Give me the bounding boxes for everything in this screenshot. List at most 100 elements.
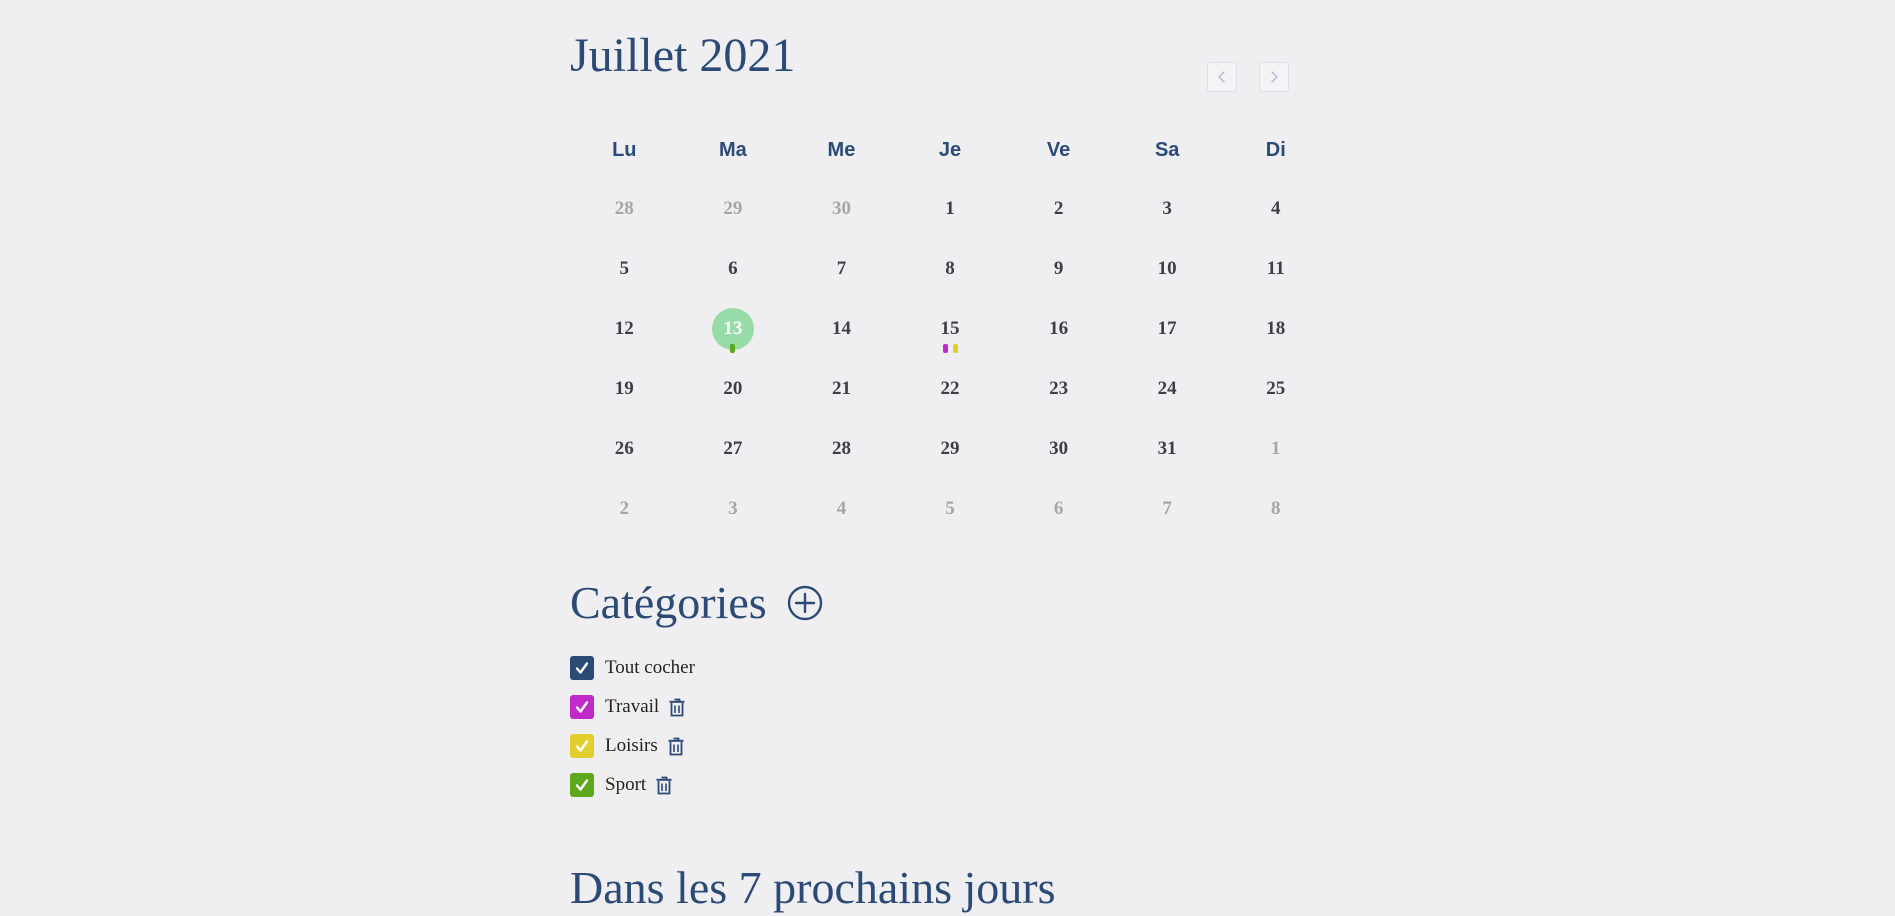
day-number: 8 xyxy=(945,258,955,279)
day-number: 16 xyxy=(1049,318,1069,339)
delete-category-button[interactable] xyxy=(667,736,685,756)
day-cell[interactable]: 19 xyxy=(570,350,679,410)
check-icon xyxy=(574,699,590,715)
day-cell[interactable]: 5 xyxy=(896,470,1005,530)
prev-month-button[interactable] xyxy=(1207,62,1237,92)
day-number: 5 xyxy=(945,498,955,519)
day-number: 29 xyxy=(940,438,960,459)
weekday-label: Me xyxy=(827,139,856,161)
check-icon xyxy=(574,660,590,676)
category-list: Tout cocher Travail Loisirs Sport xyxy=(570,648,695,804)
day-cell[interactable]: 29 xyxy=(679,170,788,230)
day-cell[interactable]: 13 xyxy=(679,290,788,353)
weekday-label: Ma xyxy=(718,139,747,161)
day-number: 7 xyxy=(836,258,847,279)
day-number: 4 xyxy=(836,498,847,519)
delete-category-button[interactable] xyxy=(668,697,686,717)
day-number: 14 xyxy=(831,318,851,339)
day-cell[interactable]: 12 xyxy=(570,290,679,350)
day-cell[interactable]: 2 xyxy=(1004,170,1113,230)
day-cell[interactable]: 25 xyxy=(1221,350,1330,410)
weekday-label: Sa xyxy=(1154,139,1180,161)
day-cell[interactable]: 22 xyxy=(896,350,1005,410)
weekday-header-row: Lu Ma Me Je Ve Sa Di xyxy=(570,130,1330,170)
day-number: 8 xyxy=(1271,498,1281,519)
add-category-button[interactable] xyxy=(787,585,823,621)
day-cell[interactable]: 24 xyxy=(1113,350,1222,410)
day-number: 2 xyxy=(619,498,630,519)
category-checkbox[interactable] xyxy=(570,772,594,797)
check-all-label: Tout cocher xyxy=(605,656,695,678)
day-cell[interactable]: 14 xyxy=(787,290,896,350)
check-icon xyxy=(574,738,590,754)
check-all-checkbox[interactable] xyxy=(570,655,594,680)
day-cell[interactable]: 28 xyxy=(787,410,896,470)
day-cell[interactable]: 7 xyxy=(787,230,896,290)
day-cell[interactable]: 20 xyxy=(679,350,788,410)
category-item: Travail xyxy=(570,687,695,726)
day-cell[interactable]: 26 xyxy=(570,410,679,470)
category-checkbox[interactable] xyxy=(570,733,594,758)
weekday-label: Je xyxy=(938,139,962,161)
day-cell[interactable]: 6 xyxy=(1004,470,1113,530)
day-cell[interactable]: 11 xyxy=(1221,230,1330,290)
day-cell[interactable]: 3 xyxy=(1113,170,1222,230)
day-cell[interactable]: 23 xyxy=(1004,350,1113,410)
day-number: 10 xyxy=(1157,258,1177,279)
day-number: 6 xyxy=(728,258,738,279)
day-number: 23 xyxy=(1049,378,1069,399)
day-number: 9 xyxy=(1053,258,1064,279)
day-cell[interactable]: 28 xyxy=(570,170,679,230)
day-cell[interactable]: 8 xyxy=(896,230,1005,290)
day-number: 30 xyxy=(831,198,851,219)
day-cell[interactable]: 29 xyxy=(896,410,1005,470)
weekday-label: Lu xyxy=(612,139,637,161)
category-label: Travail xyxy=(605,695,660,717)
categories-title: Catégories xyxy=(570,577,767,628)
day-cell[interactable]: 18 xyxy=(1221,290,1330,350)
month-title: Juillet 2021 xyxy=(570,29,796,82)
category-label: Loisirs xyxy=(605,734,658,756)
day-cell[interactable]: 7 xyxy=(1113,470,1222,530)
day-cell[interactable]: 4 xyxy=(787,470,896,530)
day-number: 30 xyxy=(1049,438,1069,459)
day-cell[interactable]: 30 xyxy=(1004,410,1113,470)
day-cell[interactable]: 21 xyxy=(787,350,896,410)
day-cell[interactable]: 8 xyxy=(1221,470,1330,530)
next-month-button[interactable] xyxy=(1259,62,1289,92)
trash-icon xyxy=(668,697,686,717)
day-number: 6 xyxy=(1053,498,1064,519)
day-cell[interactable]: 1 xyxy=(896,170,1005,230)
day-number: 28 xyxy=(614,198,634,219)
day-cell[interactable]: 16 xyxy=(1004,290,1113,350)
day-number: 31 xyxy=(1157,438,1177,459)
day-cell[interactable]: 17 xyxy=(1113,290,1222,350)
category-item: Loisirs xyxy=(570,726,695,765)
week-row: 5 6 7 8 9 10 11 xyxy=(570,230,1330,290)
day-cell[interactable]: 9 xyxy=(1004,230,1113,290)
chevron-left-icon xyxy=(1216,70,1228,84)
day-cell[interactable]: 27 xyxy=(679,410,788,470)
day-cell[interactable]: 5 xyxy=(570,230,679,290)
week-row: 26 27 28 29 30 31 1 xyxy=(570,410,1330,470)
day-cell[interactable]: 4 xyxy=(1221,170,1330,230)
category-checkbox[interactable] xyxy=(570,694,594,719)
day-cell[interactable]: 10 xyxy=(1113,230,1222,290)
day-cell[interactable]: 30 xyxy=(787,170,896,230)
day-number: 22 xyxy=(940,378,960,399)
day-cell[interactable]: 3 xyxy=(679,470,788,530)
day-cell[interactable]: 1 xyxy=(1221,410,1330,470)
weekday-label: Ve xyxy=(1046,139,1071,161)
delete-category-button[interactable] xyxy=(655,775,673,795)
day-cell[interactable]: 31 xyxy=(1113,410,1222,470)
day-cell[interactable]: 6 xyxy=(679,230,788,290)
calendar-grid: Lu Ma Me Je Ve Sa Di 28 29 30 1 2 3 4 5 6 7 8 9 10 11 12 13 14… xyxy=(570,130,1330,530)
day-number: 17 xyxy=(1157,318,1177,339)
day-cell[interactable]: 15 xyxy=(896,290,1005,353)
day-cell[interactable]: 2 xyxy=(570,470,679,530)
check-icon xyxy=(574,777,590,793)
week-row: 28 29 30 1 2 3 4 xyxy=(570,170,1330,230)
plus-circle-icon xyxy=(787,585,823,621)
weekday-label: Di xyxy=(1265,139,1286,161)
day-number: 27 xyxy=(723,438,743,459)
